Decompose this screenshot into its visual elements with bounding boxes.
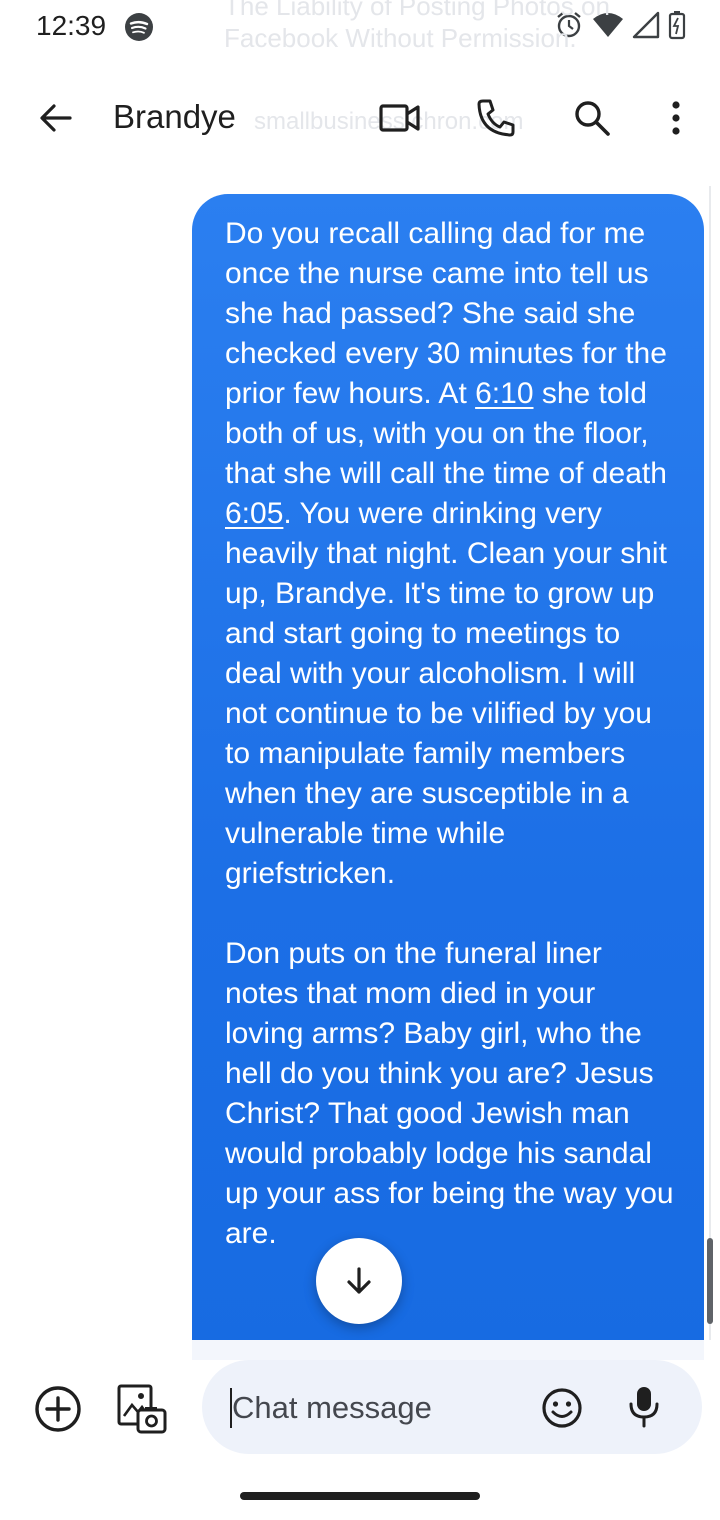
gesture-nav-handle[interactable]	[240, 1492, 480, 1500]
compose-divider	[192, 1340, 704, 1360]
more-vert-icon[interactable]	[664, 96, 688, 140]
message-placeholder: Chat message	[232, 1390, 432, 1425]
add-circle-icon[interactable]	[34, 1385, 82, 1433]
message-text: Do you recall calling dad for me once th…	[225, 214, 675, 1254]
back-arrow-icon[interactable]	[34, 96, 78, 140]
link-preview-title: The Liability of Posting Photos on Faceb…	[224, 0, 610, 53]
phone-icon[interactable]	[474, 96, 518, 140]
arrow-down-icon	[347, 1267, 371, 1294]
emoji-icon[interactable]	[540, 1386, 584, 1430]
conversation-toolbar: Brandye	[0, 76, 720, 160]
time-link[interactable]: 6:10	[475, 377, 533, 410]
scrollbar-thumb[interactable]	[707, 1238, 713, 1324]
mic-icon[interactable]	[626, 1384, 662, 1430]
outgoing-message-bubble[interactable]: Do you recall calling dad for me once th…	[192, 194, 704, 1354]
message-input[interactable]: Chat message	[202, 1360, 702, 1454]
contact-name[interactable]: Brandye	[113, 98, 236, 136]
spotify-icon	[125, 13, 153, 41]
message-text-part: . You were drinking very heavily that ni…	[225, 497, 674, 1250]
time-link[interactable]: 6:05	[225, 497, 283, 530]
scroll-to-bottom-button[interactable]	[316, 1238, 402, 1324]
status-time: 12:39	[36, 10, 107, 41]
link-preview-ghost: The Liability of Posting Photos on Faceb…	[224, 0, 684, 135]
search-icon[interactable]	[570, 96, 614, 140]
gallery-icon[interactable]	[116, 1383, 168, 1435]
scroll-track	[709, 186, 711, 1366]
video-camera-icon[interactable]	[378, 100, 422, 136]
